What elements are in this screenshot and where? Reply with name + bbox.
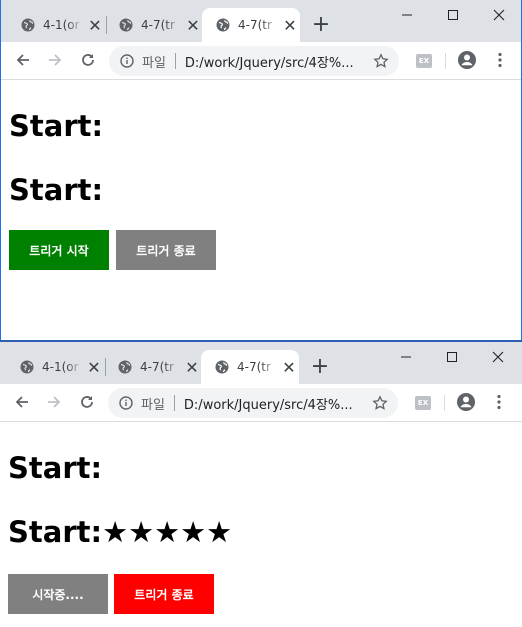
reload-icon[interactable]: [78, 50, 98, 70]
info-icon[interactable]: [120, 54, 134, 68]
tab-strip: 4-1(or ✕ 4-7(tr ✕ 4-7(tr ✕ +: [1, 0, 521, 42]
globe-icon: [216, 18, 230, 32]
heading-start-2: Start:★★★★★: [8, 514, 232, 550]
profile-icon[interactable]: [456, 392, 476, 412]
back-arrow-icon[interactable]: [12, 392, 32, 412]
new-tab-button[interactable]: +: [309, 356, 331, 378]
heading-text: Start:: [9, 173, 104, 207]
close-tab-icon[interactable]: ✕: [184, 358, 200, 377]
tab-title: 4-7(tr: [141, 18, 175, 32]
tab-3-active[interactable]: 4-7(tr ✕: [201, 350, 299, 384]
minimize-icon[interactable]: [395, 346, 417, 368]
heading-text: Start:: [8, 515, 103, 549]
browser-toolbar: 파일 D:/work/Jquery/src/4장%... EX: [0, 384, 522, 422]
trigger-start-button[interactable]: 트리거 시작: [9, 230, 109, 270]
heading-start-2: Start:: [9, 172, 103, 208]
kebab-menu-icon[interactable]: [490, 50, 510, 70]
globe-icon: [21, 18, 35, 32]
globe-icon: [119, 18, 133, 32]
address-bar[interactable]: 파일 D:/work/Jquery/src/4장%...: [108, 388, 398, 418]
profile-icon[interactable]: [457, 50, 477, 70]
heading-start-1: Start:: [8, 450, 102, 486]
maximize-icon[interactable]: [441, 346, 463, 368]
tab-title: 4-7(tr: [140, 360, 174, 374]
browser-window-after: 4-1(or ✕ 4-7(tr ✕ 4-7(tr ✕ + 파일 D:/work/…: [0, 342, 522, 627]
omnibox-separator: [174, 53, 176, 69]
tab-1[interactable]: 4-1(or ✕: [7, 8, 103, 42]
extension-icon[interactable]: EX: [415, 396, 431, 410]
extension-icon[interactable]: EX: [416, 54, 432, 68]
globe-icon: [215, 360, 229, 374]
close-tab-icon[interactable]: ✕: [86, 358, 102, 377]
omnibox-separator: [173, 395, 175, 411]
close-window-icon[interactable]: [487, 346, 509, 368]
trigger-stop-button[interactable]: 트리거 종료: [116, 230, 216, 270]
tab-title: 4-1(or: [42, 360, 79, 374]
forward-arrow-icon[interactable]: [44, 392, 64, 412]
info-icon[interactable]: [119, 396, 133, 410]
browser-window-before: 4-1(or ✕ 4-7(tr ✕ 4-7(tr ✕ + 파일 D:/work/…: [0, 0, 522, 342]
close-window-icon[interactable]: [488, 4, 510, 26]
star-icon[interactable]: [372, 395, 388, 411]
globe-icon: [20, 360, 34, 374]
tab-title: 4-7(tr: [237, 360, 271, 374]
star-icon[interactable]: [373, 53, 389, 69]
minimize-icon[interactable]: [396, 4, 418, 26]
close-tab-icon[interactable]: ✕: [87, 16, 103, 35]
url-text: D:/work/Jquery/src/4장%...: [183, 397, 353, 413]
scheme-label: 파일: [142, 55, 166, 71]
tab-strip: 4-1(or ✕ 4-7(tr ✕ 4-7(tr ✕ +: [0, 342, 522, 384]
scheme-label: 파일: [141, 397, 165, 413]
globe-icon: [118, 360, 132, 374]
back-arrow-icon[interactable]: [13, 50, 33, 70]
heading-text: Start:: [8, 451, 103, 485]
browser-toolbar: 파일 D:/work/Jquery/src/4장%... EX: [1, 42, 521, 80]
close-tab-icon[interactable]: ✕: [185, 16, 201, 35]
heading-text: Start:: [9, 109, 104, 143]
forward-arrow-icon[interactable]: [45, 50, 65, 70]
close-tab-icon[interactable]: ✕: [281, 358, 297, 377]
stars-text: ★★★★★: [102, 515, 233, 549]
tab-title: 4-1(or: [43, 18, 80, 32]
tab-2[interactable]: 4-7(tr ✕: [105, 8, 201, 42]
new-tab-button[interactable]: +: [310, 14, 332, 36]
heading-start-1: Start:: [9, 108, 103, 144]
maximize-icon[interactable]: [442, 4, 464, 26]
reload-icon[interactable]: [77, 392, 97, 412]
tab-title: 4-7(tr: [238, 18, 272, 32]
tab-1[interactable]: 4-1(or ✕: [6, 350, 102, 384]
toolbar-separator: [444, 395, 445, 411]
tab-2[interactable]: 4-7(tr ✕: [104, 350, 200, 384]
address-bar[interactable]: 파일 D:/work/Jquery/src/4장%...: [109, 46, 399, 76]
toolbar-separator: [445, 53, 446, 69]
url-text: D:/work/Jquery/src/4장%...: [184, 55, 354, 71]
kebab-menu-icon[interactable]: [489, 392, 509, 412]
trigger-stop-button[interactable]: 트리거 종료: [114, 574, 214, 614]
tab-3-active[interactable]: 4-7(tr ✕: [202, 8, 300, 42]
close-tab-icon[interactable]: ✕: [282, 16, 298, 35]
trigger-start-button[interactable]: 시작중....: [8, 574, 108, 614]
